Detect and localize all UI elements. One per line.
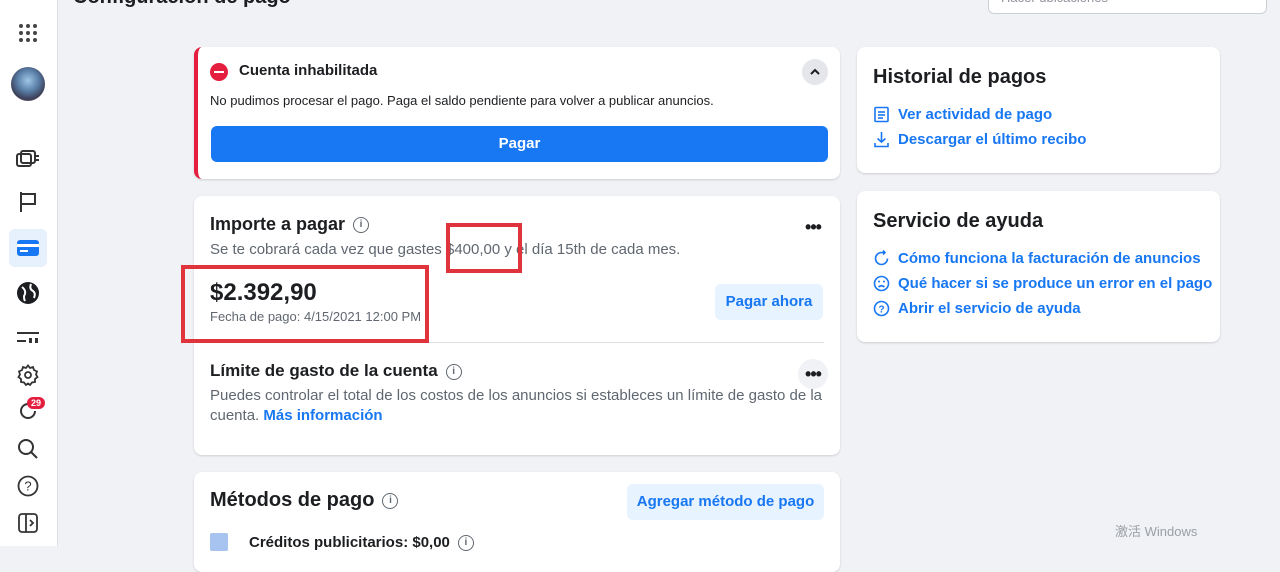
alert-message: No pudimos procesar el pago. Paga el sal… [210,93,714,108]
globe-icon[interactable] [9,274,47,312]
payment-methods-card: Métodos de pago i Agregar método de pago … [194,472,840,572]
help-center-card: Servicio de ayuda Cómo funciona la factu… [857,191,1220,342]
payment-error-help-link[interactable]: Qué hacer si se produce un error en el p… [873,275,1212,292]
ads-manager-icon[interactable] [9,139,47,177]
info-icon[interactable]: i [445,363,462,380]
open-help-center-label: Abrir el servicio de ayuda [898,300,1081,317]
billing-how-it-works-link[interactable]: Cómo funciona la facturación de anuncios [873,250,1201,267]
learn-more-link[interactable]: Más información [263,407,382,424]
payment-history-title: Historial de pagos [873,66,1047,88]
pay-button[interactable]: Pagar [211,126,828,162]
info-icon[interactable]: i [353,217,370,234]
left-nav: 29 ? [0,0,58,546]
billing-how-it-works-label: Cómo funciona la facturación de anuncios [898,250,1201,267]
view-payment-activity-label: Ver actividad de pago [898,106,1053,123]
alert-title: Cuenta inhabilitada [239,62,378,79]
download-receipt-link[interactable]: Descargar el último recibo [873,131,1086,148]
open-help-center-link[interactable]: ? Abrir el servicio de ayuda [873,300,1081,317]
payment-methods-title-text: Métodos de pago [210,489,375,511]
refresh-icon [874,250,889,266]
windows-activation-watermark: 激活 Windows [1115,524,1198,539]
search-input[interactable]: Hacer ubicaciones [988,0,1267,14]
spending-limit-text: Puedes controlar el total de los costos … [210,386,830,426]
download-icon [874,132,889,148]
receipt-icon [874,106,889,123]
info-icon[interactable]: i [382,492,399,509]
question-circle-icon: ? [873,300,890,317]
svg-text:?: ? [878,305,884,316]
payment-error-help-label: Qué hacer si se produce un error en el p… [898,275,1213,292]
more-options-button[interactable]: ••• [798,212,828,242]
spending-limit-title-text: Límite de gasto de la cuenta [210,361,438,380]
amount-due-title: Importe a pagar i [210,214,370,235]
amount-due-title-text: Importe a pagar [210,214,346,234]
account-disabled-alert: Cuenta inhabilitada No pudimos procesar … [194,47,840,179]
threshold-text-after: y el día 15th de cada mes. [500,241,681,258]
threshold-highlight-box [446,223,522,273]
payment-history-card: Historial de pagos Ver actividad de pago… [857,47,1220,173]
download-receipt-label: Descargar el último recibo [898,131,1087,148]
tools-icon[interactable] [9,318,47,356]
more-options-button[interactable]: ••• [798,359,828,389]
page-title: Configuración de pago [73,0,291,9]
pay-now-button[interactable]: Pagar ahora [715,284,823,320]
svg-text:?: ? [24,479,31,494]
apps-grid-icon[interactable] [9,14,47,52]
threshold-text-before: Se te cobrará cada vez que gastes [210,241,446,258]
view-payment-activity-link[interactable]: Ver actividad de pago [873,106,1052,123]
settings-gear-icon[interactable] [9,356,47,394]
flag-icon[interactable] [9,183,47,221]
billing-card-icon[interactable] [9,229,47,267]
help-question-icon[interactable]: ? [9,467,47,505]
spending-limit-title: Límite de gasto de la cuenta i [210,361,462,381]
collapse-alert-button[interactable] [802,59,828,85]
ad-credits-text: Créditos publicitarios: $0,00 i [249,534,474,552]
ad-credits-value: Créditos publicitarios: $0,00 [249,534,450,551]
sad-face-icon [873,275,890,292]
ad-credits-icon [210,533,228,551]
search-icon[interactable] [9,430,47,468]
amount-highlight-box [181,265,429,343]
notification-badge: 29 [27,397,46,409]
avatar[interactable] [11,67,45,101]
error-icon [210,63,228,81]
payment-methods-title: Métodos de pago i [210,489,399,512]
chevron-up-icon [810,68,820,75]
collapse-panel-icon[interactable] [9,504,47,542]
help-center-title: Servicio de ayuda [873,210,1044,232]
info-icon[interactable]: i [457,535,474,552]
add-payment-method-button[interactable]: Agregar método de pago [627,484,824,520]
